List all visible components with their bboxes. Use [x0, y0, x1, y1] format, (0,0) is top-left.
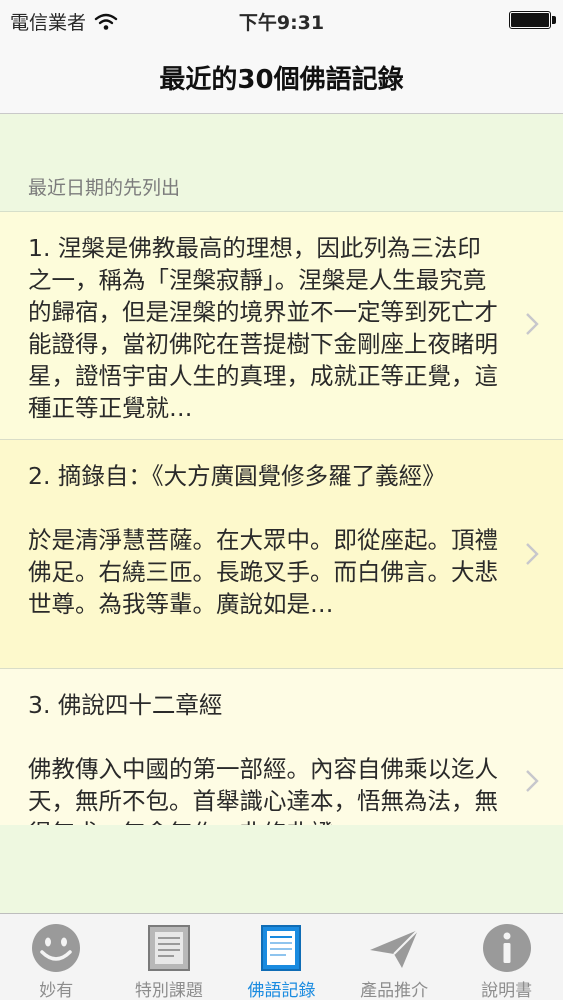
page-title: 最近的30個佛語記錄: [159, 65, 404, 95]
list-item-text: 1. 涅槃是佛教最高的理想，因此列為三法印之一，稱為「涅槃寂靜」。涅槃是人生最究…: [28, 234, 498, 422]
book-icon: [261, 925, 302, 971]
battery-fill: [511, 13, 549, 27]
tab-product-recommendations[interactable]: 產品推介: [338, 914, 451, 1000]
record-list: 1. 涅槃是佛教最高的理想，因此列為三法印之一，稱為「涅槃寂靜」。涅槃是人生最究…: [0, 211, 563, 825]
tab-label: 妙有: [39, 981, 74, 1000]
list-item[interactable]: 2. 摘錄自：《大方廣圓覺修多羅了義經》 於是清淨慧菩薩。在大眾中。即從座起。頂…: [0, 440, 563, 669]
tab-miaoyou[interactable]: 妙有: [0, 914, 113, 1000]
battery-nub: [552, 16, 556, 24]
tab-label: 佛語記錄: [247, 981, 316, 1000]
status-bar: 電信業者 下午9:31: [0, 0, 563, 40]
section-header: 最近日期的先列出: [28, 177, 181, 199]
list-item[interactable]: 3. 佛說四十二章經 佛教傳入中國的第一部經。內容自佛乘以迄人天，無所不包。首舉…: [0, 669, 563, 825]
chevron-right-icon: [526, 313, 539, 335]
empty-area: [0, 825, 563, 913]
document-icon: [147, 925, 190, 971]
list-item-text: 2. 摘錄自：《大方廣圓覺修多羅了義經》 於是清淨慧菩薩。在大眾中。即從座起。頂…: [28, 462, 498, 618]
chevron-right-icon: [526, 543, 539, 565]
tab-bar: 妙有 特別課題 佛語記錄 產品推介 說明書: [0, 913, 563, 1000]
tab-special-topics[interactable]: 特別課題: [113, 914, 226, 1000]
tab-label: 產品推介: [360, 981, 429, 1000]
content-area[interactable]: 最近日期的先列出 1. 涅槃是佛教最高的理想，因此列為三法印之一，稱為「涅槃寂靜…: [0, 115, 563, 825]
status-time: 下午9:31: [238, 12, 325, 34]
list-item[interactable]: 1. 涅槃是佛教最高的理想，因此列為三法印之一，稱為「涅槃寂靜」。涅槃是人生最究…: [0, 212, 563, 440]
battery-icon: [509, 11, 556, 29]
smiley-icon: [32, 924, 81, 972]
tab-buddhist-records[interactable]: 佛語記錄: [225, 914, 338, 1000]
tab-label: 說明書: [481, 981, 533, 1000]
paper-plane-icon: [370, 929, 419, 968]
info-icon: [482, 924, 531, 972]
tab-manual[interactable]: 說明書: [450, 914, 563, 1000]
chevron-right-icon: [526, 770, 539, 792]
navigation-bar: 最近的30個佛語記錄: [0, 40, 563, 114]
list-item-text: 3. 佛說四十二章經 佛教傳入中國的第一部經。內容自佛乘以迄人天，無所不包。首舉…: [28, 691, 498, 825]
tab-label: 特別課題: [134, 981, 203, 1000]
